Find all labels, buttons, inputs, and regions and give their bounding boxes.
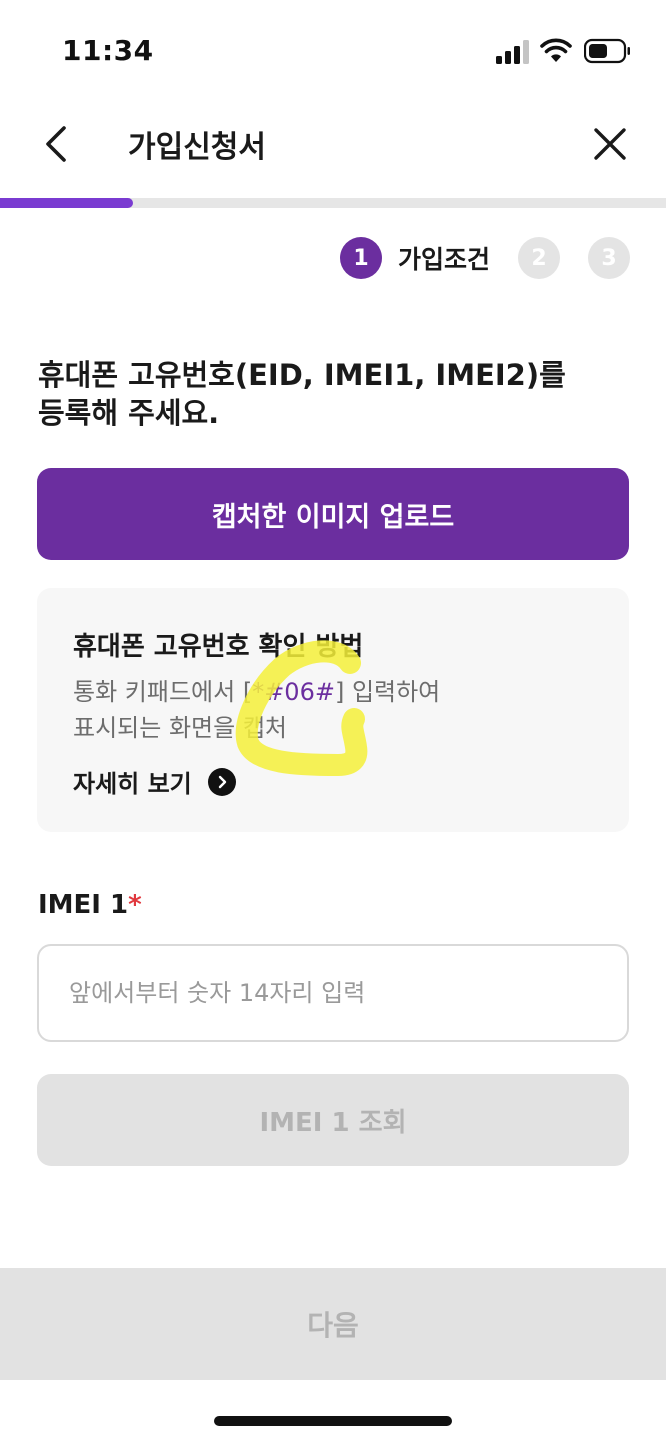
next-button[interactable]: 다음 [0,1268,666,1380]
required-mark: * [128,890,142,920]
battery-icon [584,38,630,64]
imei1-lookup-button[interactable]: IMEI 1 조회 [37,1074,629,1166]
upload-capture-button[interactable]: 캡처한 이미지 업로드 [37,468,629,560]
chevron-left-icon [46,126,66,162]
help-card-line-1: 통화 키패드에서 [*#06#] 입력하여 [73,674,440,710]
signal-icon [496,40,529,64]
help-card-line-2: 표시되는 화면을 캡처 [73,714,287,742]
dial-code: *#06# [252,678,335,706]
imei1-label: IMEI 1* [38,890,142,920]
back-button[interactable] [30,118,82,170]
imei1-input[interactable] [37,944,629,1042]
home-indicator [214,1416,452,1426]
step-3-circle: 3 [588,237,630,279]
help-text-prefix: 통화 키패드에서 [ [73,678,253,706]
app-header: 가입신청서 [0,100,666,196]
close-icon [594,128,626,160]
view-details-label: 자세히 보기 [73,770,192,798]
instruction-line-2: 등록해 주세요. [38,396,220,430]
step-indicator: 1 가입조건 2 3 [339,236,630,280]
view-details-link[interactable]: 자세히 보기 [73,764,236,799]
help-text-suffix: ] 입력하여 [334,678,441,706]
status-time: 11:34 [62,34,154,67]
status-bar: 11:34 [0,0,666,100]
chevron-right-circle-icon [207,767,236,796]
page-title: 가입신청서 [128,130,266,165]
imei1-label-text: IMEI 1 [38,890,129,920]
instruction-heading: 휴대폰 고유번호(EID, IMEI1, IMEI2)를 등록해 주세요. [38,356,638,432]
progress-fill [0,198,134,208]
wifi-icon [540,38,572,62]
step-2-circle: 2 [518,237,560,279]
step-1-label: 가입조건 [397,245,490,274]
instruction-line-1: 휴대폰 고유번호(EID, IMEI1, IMEI2)를 [38,358,566,392]
imei-help-card: 휴대폰 고유번호 확인 방법 통화 키패드에서 [*#06#] 입력하여 표시되… [37,588,629,832]
help-card-body: 통화 키패드에서 [*#06#] 입력하여 표시되는 화면을 캡처 [73,674,440,746]
help-card-title: 휴대폰 고유번호 확인 방법 [73,632,364,662]
progress-bar [0,198,666,208]
step-1-circle: 1 [339,237,382,279]
close-button[interactable] [584,118,636,170]
